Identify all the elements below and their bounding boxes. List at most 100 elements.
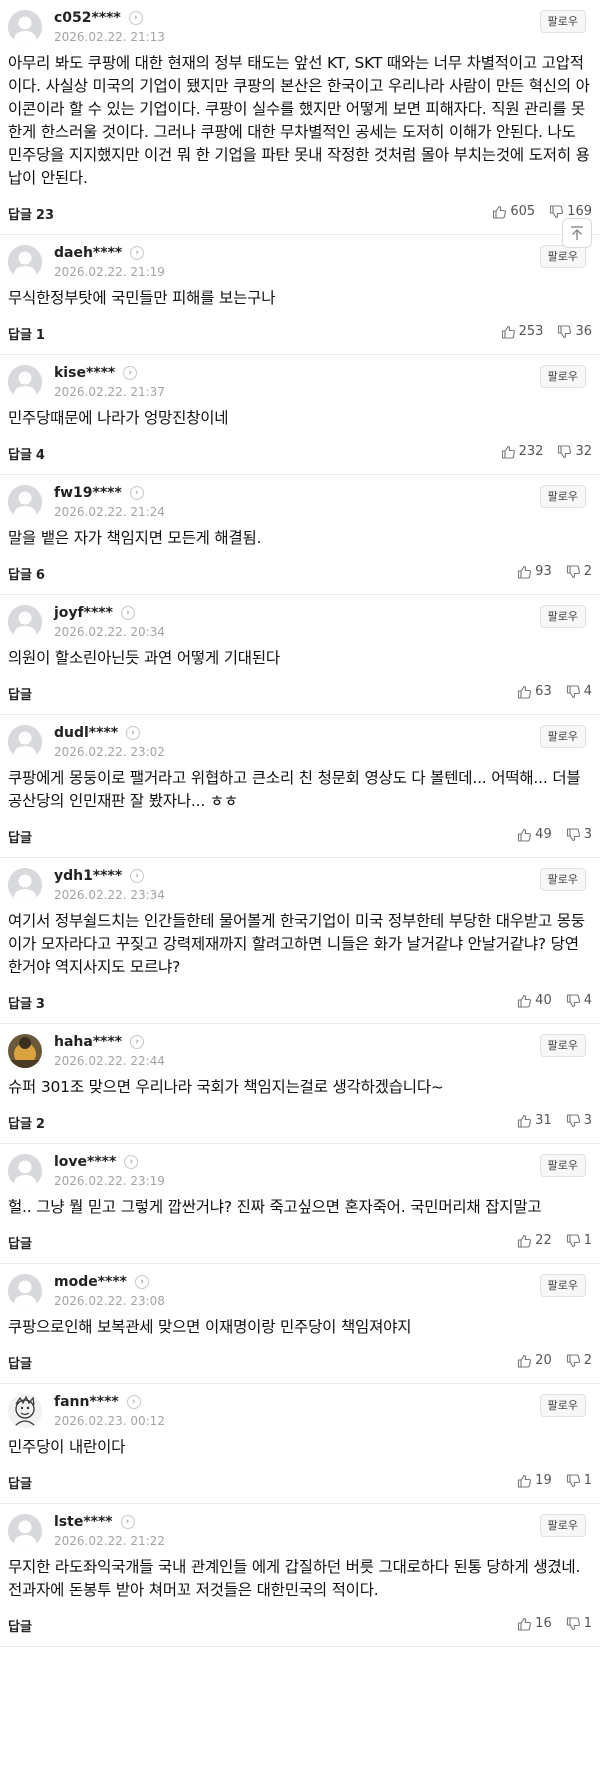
username[interactable]: ydh1**** ›: [54, 868, 145, 884]
avatar[interactable]: [8, 868, 42, 902]
avatar[interactable]: [8, 725, 42, 759]
chevron-right-icon[interactable]: ›: [130, 246, 145, 260]
dislike-button[interactable]: 1: [566, 1233, 592, 1248]
like-button[interactable]: 93: [517, 564, 552, 579]
like-button[interactable]: 49: [517, 827, 552, 842]
reply-button[interactable]: 답글: [8, 1473, 36, 1492]
follow-button[interactable]: 팔로우: [539, 1514, 586, 1537]
like-button[interactable]: 16: [517, 1616, 552, 1631]
username[interactable]: lste**** ›: [54, 1514, 135, 1530]
follow-button[interactable]: 팔로우: [539, 365, 586, 388]
reply-label: 답글: [8, 1620, 32, 1635]
avatar[interactable]: [8, 1274, 42, 1308]
thumbs-up-icon: [501, 445, 516, 459]
dislike-count: 4: [583, 684, 592, 699]
avatar[interactable]: [8, 1394, 42, 1428]
username[interactable]: kise**** ›: [54, 365, 138, 381]
dislike-button[interactable]: 1: [566, 1473, 592, 1488]
like-button[interactable]: 22: [517, 1233, 552, 1248]
follow-button[interactable]: 팔로우: [539, 1034, 586, 1057]
reply-button[interactable]: 답글: [8, 684, 36, 703]
reply-button[interactable]: 답글 23: [8, 204, 54, 223]
username[interactable]: daeh**** ›: [54, 245, 145, 261]
avatar[interactable]: [8, 1514, 42, 1548]
like-button[interactable]: 232: [501, 444, 543, 459]
chevron-right-icon[interactable]: ›: [128, 11, 143, 25]
username[interactable]: dudl**** ›: [54, 725, 141, 741]
reply-button[interactable]: 답글 1: [8, 324, 45, 343]
thumbs-up-icon: [517, 1234, 532, 1248]
reply-label: 답글: [8, 568, 32, 583]
like-button[interactable]: 31: [517, 1113, 552, 1128]
like-button[interactable]: 40: [517, 993, 552, 1008]
comment-item: love**** › 2026.02.22. 23:19 팔로우 헐.. 그냥 뭘 믿고…: [0, 1144, 600, 1264]
reply-button[interactable]: 답글: [8, 1233, 36, 1252]
reply-button[interactable]: 답글: [8, 1616, 36, 1635]
chevron-right-icon[interactable]: ›: [120, 606, 135, 620]
follow-button[interactable]: 팔로우: [539, 485, 586, 508]
comment-item: daeh**** › 2026.02.22. 21:19 팔로우 무식한정부탓에 국민들…: [0, 235, 600, 355]
follow-button[interactable]: 팔로우: [539, 1154, 586, 1177]
dislike-count: 1: [583, 1473, 592, 1488]
dislike-button[interactable]: 32: [557, 444, 592, 459]
like-button[interactable]: 253: [501, 324, 543, 339]
like-count: 22: [535, 1233, 552, 1248]
username[interactable]: joyf**** ›: [54, 605, 135, 621]
username[interactable]: c052**** ›: [54, 10, 143, 26]
like-button[interactable]: 605: [492, 204, 535, 219]
avatar[interactable]: [8, 485, 42, 519]
dislike-button[interactable]: 2: [566, 1353, 592, 1368]
chevron-right-icon[interactable]: ›: [130, 869, 145, 883]
follow-button[interactable]: 팔로우: [539, 245, 586, 268]
reply-button[interactable]: 답글 6: [8, 564, 45, 583]
reply-button[interactable]: 답글 4: [8, 444, 45, 463]
avatar[interactable]: [8, 245, 42, 279]
avatar[interactable]: [8, 10, 42, 44]
chevron-right-icon[interactable]: ›: [124, 1155, 139, 1169]
dislike-button[interactable]: 4: [566, 684, 592, 699]
follow-button[interactable]: 팔로우: [539, 1274, 586, 1297]
avatar[interactable]: [8, 605, 42, 639]
like-button[interactable]: 20: [517, 1353, 552, 1368]
username[interactable]: fann**** ›: [54, 1394, 141, 1410]
dislike-button[interactable]: 4: [566, 993, 592, 1008]
dislike-count: 169: [567, 204, 592, 219]
follow-button[interactable]: 팔로우: [539, 1394, 586, 1417]
reply-button[interactable]: 답글: [8, 827, 36, 846]
chevron-right-icon[interactable]: ›: [120, 1515, 135, 1529]
dislike-button[interactable]: 3: [566, 827, 592, 842]
username-text: dudl****: [54, 725, 119, 741]
like-button[interactable]: 19: [517, 1473, 552, 1488]
like-button[interactable]: 63: [517, 684, 552, 699]
follow-button[interactable]: 팔로우: [539, 10, 586, 33]
avatar[interactable]: [8, 1154, 42, 1188]
avatar[interactable]: [8, 1034, 42, 1068]
username[interactable]: love**** ›: [54, 1154, 139, 1170]
like-count: 93: [535, 564, 552, 579]
reply-button[interactable]: 답글 3: [8, 993, 45, 1012]
follow-button[interactable]: 팔로우: [539, 868, 586, 891]
avatar[interactable]: [8, 365, 42, 399]
reply-button[interactable]: 답글 2: [8, 1113, 45, 1132]
chevron-right-icon[interactable]: ›: [126, 1395, 141, 1409]
thumbs-up-icon: [501, 325, 516, 339]
dislike-button[interactable]: 36: [557, 324, 592, 339]
chevron-right-icon[interactable]: ›: [129, 486, 144, 500]
scroll-top-button[interactable]: [562, 218, 592, 248]
comment-item: c052**** › 2026.02.22. 21:13 팔로우 아무리 봐도 쿠팡에 …: [0, 0, 600, 235]
dislike-button[interactable]: 3: [566, 1113, 592, 1128]
dislike-button[interactable]: 2: [566, 564, 592, 579]
chevron-right-icon[interactable]: ›: [123, 366, 138, 380]
chevron-right-icon[interactable]: ›: [126, 726, 141, 740]
reply-button[interactable]: 답글: [8, 1353, 36, 1372]
username[interactable]: fw19**** ›: [54, 485, 144, 501]
follow-button[interactable]: 팔로우: [539, 725, 586, 748]
follow-button[interactable]: 팔로우: [539, 605, 586, 628]
username[interactable]: mode**** ›: [54, 1274, 150, 1290]
comment-date: 2026.02.22. 23:08: [54, 1294, 165, 1308]
dislike-button[interactable]: 1: [566, 1616, 592, 1631]
chevron-right-icon[interactable]: ›: [130, 1035, 145, 1049]
chevron-right-icon[interactable]: ›: [135, 1275, 150, 1289]
dislike-button[interactable]: 169: [549, 204, 592, 219]
username[interactable]: haha**** ›: [54, 1034, 145, 1050]
